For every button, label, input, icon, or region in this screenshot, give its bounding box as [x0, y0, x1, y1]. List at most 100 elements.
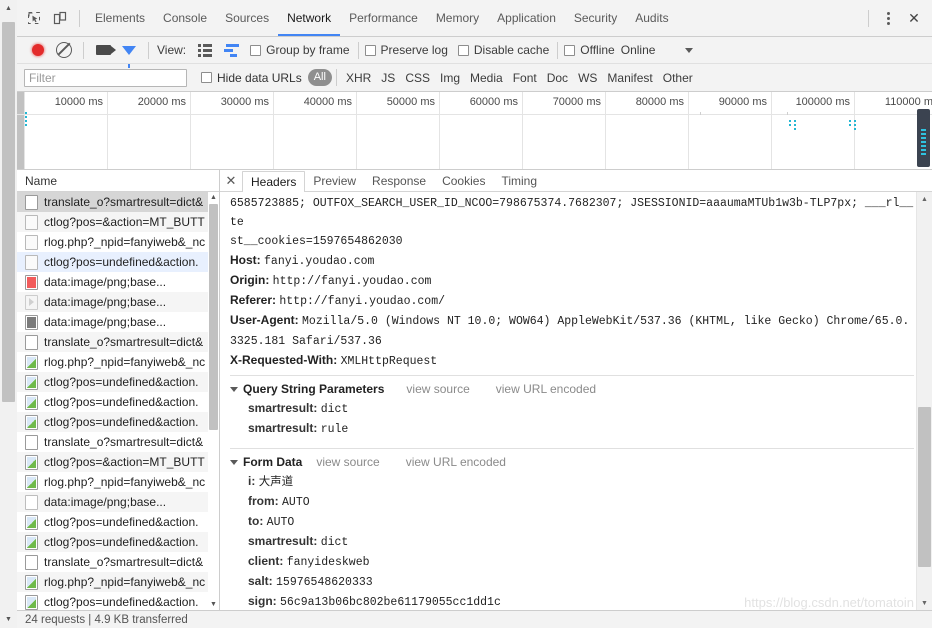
overview-window-handle[interactable]: [917, 109, 930, 167]
scroll-up-arrow-icon[interactable]: ▲: [208, 192, 219, 203]
device-toolbar-icon[interactable]: [47, 5, 73, 31]
hide-data-urls-box[interactable]: [201, 72, 212, 83]
inspect-element-icon[interactable]: [21, 5, 47, 31]
detail-scroll-thumb[interactable]: [918, 407, 931, 567]
filter-type-css[interactable]: CSS: [400, 71, 435, 85]
filter-type-other[interactable]: Other: [658, 71, 698, 85]
view-url-encoded-link[interactable]: view URL encoded: [496, 379, 596, 399]
filter-type-font[interactable]: Font: [508, 71, 542, 85]
view-source-link[interactable]: view source: [316, 452, 379, 472]
scroll-down-arrow-icon[interactable]: ▼: [208, 599, 219, 610]
chevron-down-icon[interactable]: [230, 459, 238, 465]
preserve-log-checkbox[interactable]: Preserve log: [364, 43, 448, 57]
close-icon[interactable]: ✕: [901, 5, 927, 31]
request-list[interactable]: translate_o?smartresult=dict& ctlog?pos=…: [17, 192, 219, 610]
waterfall-view-icon[interactable]: [218, 37, 244, 63]
image-icon: [25, 314, 38, 330]
group-by-frame-box[interactable]: [250, 44, 262, 56]
request-list-scrollbar[interactable]: ▲ ▼: [208, 192, 219, 610]
query-string-header[interactable]: Query String Parameters view source view…: [230, 379, 914, 399]
filter-type-img[interactable]: Img: [435, 71, 465, 85]
page-scroll-up-icon[interactable]: ▲: [0, 0, 17, 17]
table-row[interactable]: ctlog?pos=undefined&action.: [17, 412, 219, 432]
table-row[interactable]: rlog.php?_npid=fanyiweb&_nc: [17, 472, 219, 492]
tab-memory[interactable]: Memory: [427, 0, 488, 36]
table-row[interactable]: translate_o?smartresult=dict&: [17, 192, 219, 212]
group-by-frame-checkbox[interactable]: Group by frame: [250, 43, 350, 57]
kebab-menu-icon[interactable]: [875, 5, 901, 31]
tab-security[interactable]: Security: [565, 0, 626, 36]
close-detail-icon[interactable]: ✕: [220, 170, 242, 191]
throttling-select[interactable]: Online: [621, 43, 656, 57]
tab-console[interactable]: Console: [154, 0, 216, 36]
table-row[interactable]: ctlog?pos=&action=MT_BUTT: [17, 212, 219, 232]
form-data-header[interactable]: Form Data view source view URL encoded: [230, 452, 914, 472]
table-row[interactable]: data:image/png;base...: [17, 312, 219, 332]
table-row[interactable]: ctlog?pos=undefined&action.: [17, 512, 219, 532]
filter-type-js[interactable]: JS: [376, 71, 400, 85]
preserve-log-box[interactable]: [364, 44, 376, 56]
record-icon[interactable]: [25, 37, 51, 63]
tab-preview[interactable]: Preview: [305, 171, 364, 191]
network-overview[interactable]: 10000 ms 20000 ms 30000 ms 40000 ms 5000…: [17, 92, 932, 170]
funnel-icon[interactable]: [116, 37, 142, 68]
tab-response[interactable]: Response: [364, 171, 434, 191]
filter-type-doc[interactable]: Doc: [542, 71, 573, 85]
chevron-down-icon[interactable]: [685, 47, 694, 53]
filter-type-manifest[interactable]: Manifest: [602, 71, 657, 85]
table-row[interactable]: rlog.php?_npid=fanyiweb&_nc: [17, 232, 219, 252]
clear-icon[interactable]: [51, 37, 77, 63]
filter-bar: Hide data URLs All XHR JS CSS Img Media …: [17, 64, 932, 92]
list-view-icon[interactable]: [192, 37, 218, 63]
table-row[interactable]: rlog.php?_npid=fanyiweb&_nc: [17, 352, 219, 372]
camera-icon[interactable]: [90, 37, 116, 63]
offline-checkbox[interactable]: Offline: [564, 43, 615, 57]
disable-cache-checkbox[interactable]: Disable cache: [457, 43, 549, 57]
filter-type-all[interactable]: All: [307, 69, 332, 86]
table-row[interactable]: data:image/png;base...: [17, 272, 219, 292]
table-row[interactable]: translate_o?smartresult=dict&: [17, 332, 219, 352]
table-row[interactable]: ctlog?pos=undefined&action.: [17, 532, 219, 552]
page-scroll-down-icon[interactable]: ▼: [0, 611, 17, 628]
overview-minor-tick: [700, 112, 701, 115]
tab-headers[interactable]: Headers: [242, 170, 306, 192]
tab-application[interactable]: Application: [488, 0, 565, 36]
request-list-scroll-thumb[interactable]: [209, 204, 218, 430]
column-header-name[interactable]: Name: [17, 170, 219, 192]
page-scroll-thumb[interactable]: [2, 22, 15, 402]
table-row[interactable]: ctlog?pos=undefined&action.: [17, 592, 219, 610]
hide-data-urls-checkbox[interactable]: Hide data URLs: [201, 71, 302, 85]
view-url-encoded-link[interactable]: view URL encoded: [406, 452, 506, 472]
tab-network[interactable]: Network: [278, 0, 341, 36]
tab-elements[interactable]: Elements: [86, 0, 154, 36]
overview-header-rule: [17, 114, 932, 115]
table-row[interactable]: ctlog?pos=undefined&action.: [17, 252, 219, 272]
table-row[interactable]: translate_o?smartresult=dict&: [17, 552, 219, 572]
disable-cache-box[interactable]: [457, 44, 469, 56]
offline-box[interactable]: [564, 44, 576, 56]
table-row[interactable]: data:image/png;base...: [17, 492, 219, 512]
view-source-link[interactable]: view source: [406, 379, 469, 399]
table-row[interactable]: translate_o?smartresult=dict&: [17, 432, 219, 452]
filter-type-xhr[interactable]: XHR: [341, 71, 376, 85]
tab-cookies[interactable]: Cookies: [434, 171, 493, 191]
table-row[interactable]: rlog.php?_npid=fanyiweb&_nc: [17, 572, 219, 592]
tab-performance[interactable]: Performance: [340, 0, 427, 36]
image-icon: [25, 354, 38, 370]
chevron-down-icon[interactable]: [230, 386, 238, 392]
filter-type-media[interactable]: Media: [465, 71, 508, 85]
detail-scrollbar[interactable]: ▲ ▼: [916, 192, 932, 610]
detail-scroll-up-icon[interactable]: ▲: [917, 192, 932, 206]
tab-timing[interactable]: Timing: [493, 171, 545, 191]
param-row: client: fanyideskweb: [230, 552, 914, 572]
page-scrollbar[interactable]: ▲ ▼: [0, 0, 18, 628]
tab-audits[interactable]: Audits: [626, 0, 677, 36]
detail-scroll-down-icon[interactable]: ▼: [917, 596, 932, 610]
filter-input[interactable]: [24, 68, 187, 87]
table-row[interactable]: data:image/png;base...: [17, 292, 219, 312]
filter-type-ws[interactable]: WS: [573, 71, 602, 85]
table-row[interactable]: ctlog?pos=undefined&action.: [17, 392, 219, 412]
table-row[interactable]: ctlog?pos=&action=MT_BUTT: [17, 452, 219, 472]
tab-sources[interactable]: Sources: [216, 0, 278, 36]
table-row[interactable]: ctlog?pos=undefined&action.: [17, 372, 219, 392]
